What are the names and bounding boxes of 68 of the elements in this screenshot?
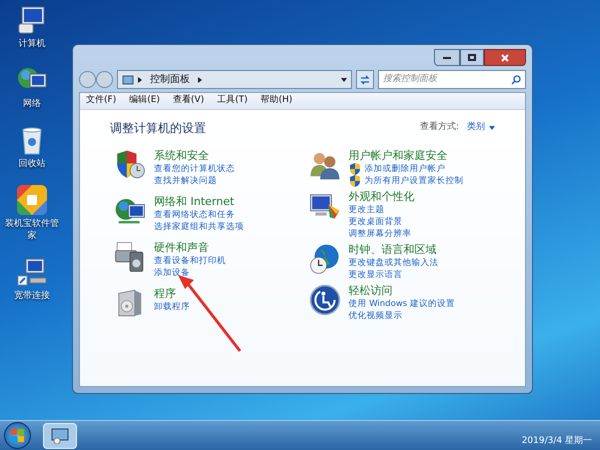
desktop-icon-label[interactable]: 计算机 xyxy=(18,38,46,50)
shield-icon xyxy=(348,163,360,175)
task-link[interactable]: 查看设备和打印机 xyxy=(154,255,226,267)
minimize-button[interactable] xyxy=(434,49,460,66)
task-link[interactable]: 查找并解决问题 xyxy=(154,175,217,187)
menu-item[interactable]: 帮助(H) xyxy=(258,94,294,108)
category-title-link[interactable]: 网络和 Internet xyxy=(154,195,244,209)
menu-item[interactable]: 文件(F) xyxy=(84,94,118,108)
shield-clock-icon xyxy=(114,149,146,181)
breadcrumb-text: 控制面板 xyxy=(150,72,190,87)
close-icon xyxy=(501,54,509,62)
task-link[interactable]: 调整屏幕分辨率 xyxy=(348,228,412,240)
accessibility-icon xyxy=(308,284,340,316)
maximize-icon xyxy=(468,54,476,61)
dropdown-icon xyxy=(341,78,347,82)
task-link[interactable]: 查看您的计算机状态 xyxy=(154,163,235,175)
network-connection-icon xyxy=(16,256,48,288)
address-bar[interactable]: 控制面板 xyxy=(117,70,352,89)
printer-speaker-icon xyxy=(114,241,146,273)
control-panel-icon xyxy=(51,428,69,444)
search-input[interactable]: 搜索控制面板 xyxy=(383,72,511,86)
task-link[interactable]: 卸载程序 xyxy=(154,301,190,313)
category-title-link[interactable]: 时钟、语言和区域 xyxy=(348,243,438,257)
chevron-icon xyxy=(198,76,202,82)
category-title-link[interactable]: 硬件和声音 xyxy=(154,241,226,255)
page-heading: 调整计算机的设置 xyxy=(110,120,206,137)
maximize-button[interactable] xyxy=(460,49,484,66)
globe-clock-icon xyxy=(308,243,340,275)
desktop-icon-label[interactable]: 网络 xyxy=(23,98,41,110)
desktop-icon-label[interactable]: 宽带连接 xyxy=(14,290,50,302)
task-link[interactable]: 更改键盘或其他输入法 xyxy=(348,257,438,269)
shield-icon xyxy=(348,175,360,187)
category-title-link[interactable]: 用户帐户和家庭安全 xyxy=(348,149,464,163)
task-link[interactable]: 更改显示语言 xyxy=(348,269,402,281)
menu-item[interactable]: 编辑(E) xyxy=(127,94,162,108)
windows-logo-icon xyxy=(11,429,24,442)
desktop-icon-label[interactable]: 回收站 xyxy=(18,158,46,170)
task-link[interactable]: 更改桌面背景 xyxy=(348,216,402,228)
pinwheel-app-icon xyxy=(16,184,48,216)
task-link[interactable]: 添加或删除用户帐户 xyxy=(364,163,446,175)
refresh-button[interactable] xyxy=(356,70,374,89)
category-title-link[interactable]: 系统和安全 xyxy=(154,149,235,163)
search-icon xyxy=(511,74,521,84)
category-title-link[interactable]: 轻松访问 xyxy=(348,284,455,298)
task-link[interactable]: 为所有用户设置家长控制 xyxy=(364,175,464,187)
minimize-icon xyxy=(443,56,451,58)
taskbar-date: 2019/3/4 星期一 xyxy=(522,434,592,448)
task-link[interactable]: 选择家庭组和共享选项 xyxy=(154,221,244,233)
task-link[interactable]: 更改主题 xyxy=(348,204,384,216)
category-title-link[interactable]: 外观和个性化 xyxy=(348,190,414,204)
chevron-icon xyxy=(138,76,142,82)
task-link[interactable]: 使用 Windows 建议的设置 xyxy=(348,298,455,310)
category-title-link[interactable]: 程序 xyxy=(154,287,190,301)
task-link[interactable]: 优化视频显示 xyxy=(348,310,402,322)
menu-item[interactable]: 工具(T) xyxy=(215,94,250,108)
view-by-dropdown[interactable]: 类别 xyxy=(467,121,495,135)
refresh-icon xyxy=(360,74,370,84)
task-link[interactable]: 查看网络状态和任务 xyxy=(154,209,235,221)
search-field[interactable]: 搜索控制面板 xyxy=(378,70,526,89)
taskbar-app-button[interactable] xyxy=(43,422,77,448)
task-link[interactable]: 添加设备 xyxy=(154,267,190,279)
desktop-icon-label[interactable]: 装机宝软件管家 xyxy=(2,218,62,242)
caret-icon xyxy=(489,126,495,130)
start-button[interactable] xyxy=(4,422,31,449)
view-by-label: 查看方式: xyxy=(420,121,459,134)
control-panel-icon xyxy=(122,74,134,86)
menu-item[interactable]: 查看(V) xyxy=(170,94,206,108)
close-button[interactable] xyxy=(484,49,526,66)
